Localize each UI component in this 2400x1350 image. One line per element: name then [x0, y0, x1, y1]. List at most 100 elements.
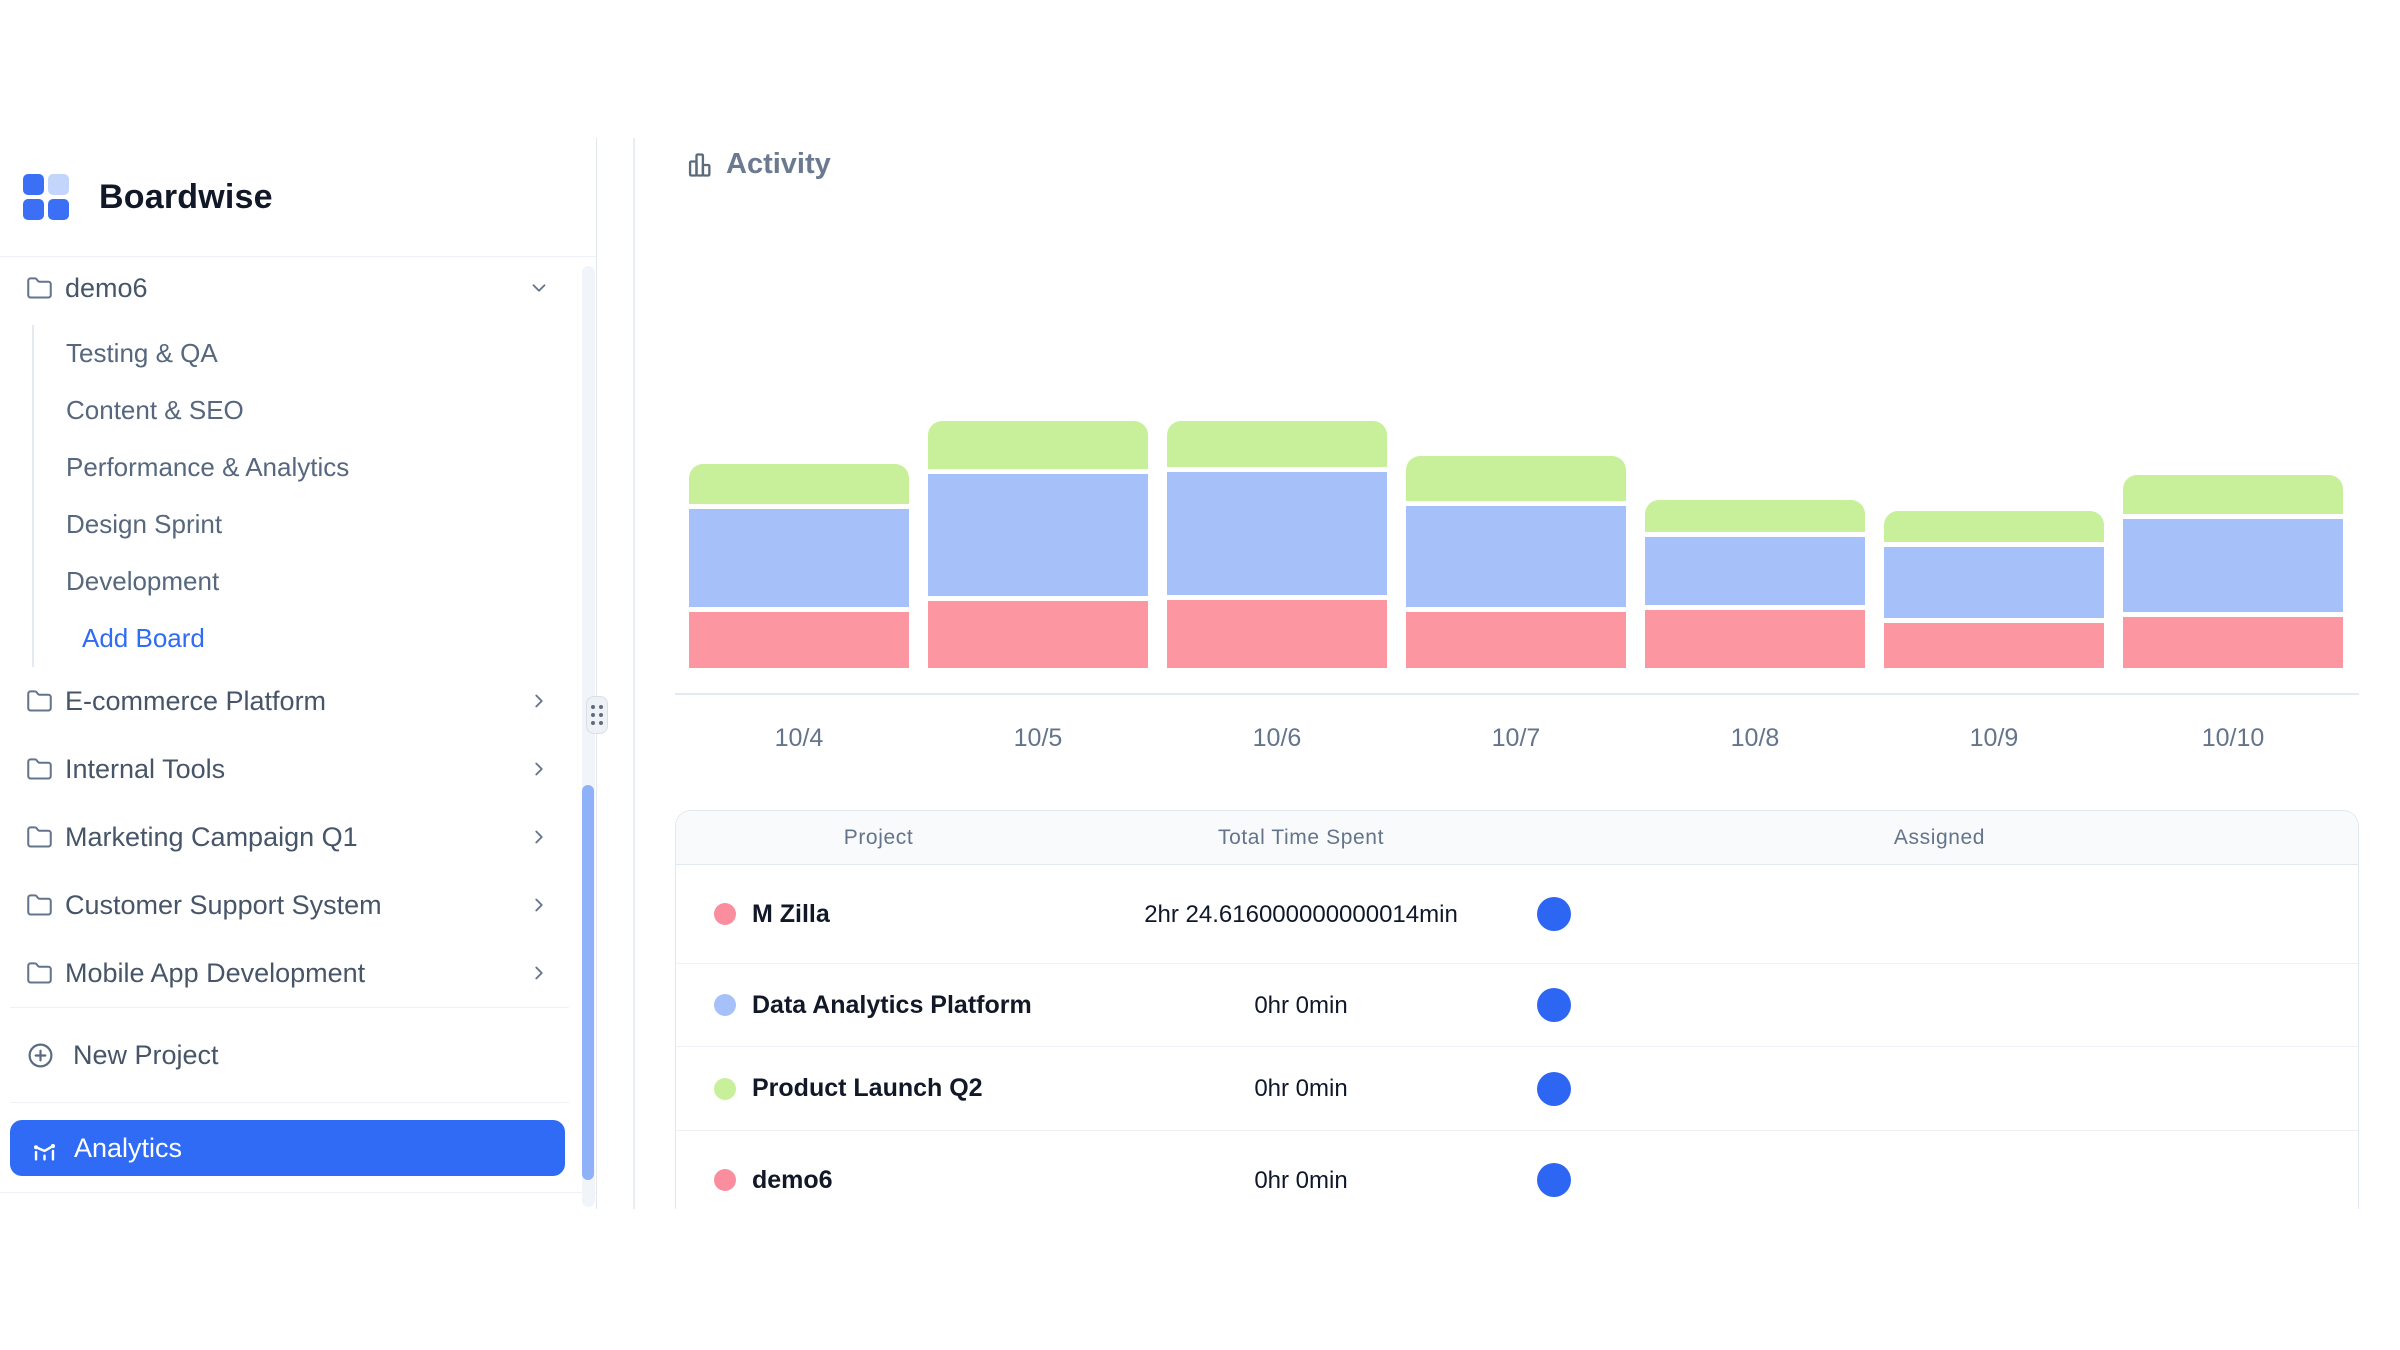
app-window: Boardwise demo6 Testing & QAContent & SE… — [0, 138, 2400, 1209]
project-color-dot — [714, 1169, 736, 1191]
assignee-avatar — [1537, 988, 1571, 1022]
section-title: Activity — [726, 148, 831, 181]
table-header: ProjectTotal Time SpentAssigned — [676, 811, 2358, 865]
folder-icon — [26, 960, 53, 987]
new-project-button[interactable]: New Project — [0, 1008, 596, 1102]
screenshot-canvas: Boardwise demo6 Testing & QAContent & SE… — [0, 0, 2400, 1350]
bar-segment-green — [1884, 511, 2104, 542]
analytics-label: Analytics — [74, 1133, 182, 1164]
assigned-cell — [1521, 1072, 2358, 1106]
sidebar-resize-handle[interactable] — [586, 696, 608, 734]
bar-segment-blue — [2123, 519, 2343, 612]
assignee-avatar — [1537, 1072, 1571, 1106]
bar-segment-green — [928, 421, 1148, 469]
table-row: demo60hr 0min — [676, 1131, 2358, 1209]
bar-segment-blue — [928, 474, 1148, 596]
x-axis-labels: 10/410/510/610/710/810/910/10 — [689, 724, 2343, 753]
sidebar-item-label: Mobile App Development — [65, 958, 528, 989]
assigned-cell — [1521, 1163, 2358, 1197]
folder-icon — [26, 275, 53, 302]
table-row: Data Analytics Platform 0hr 0min — [676, 964, 2358, 1047]
bar-segment-red — [1167, 600, 1387, 668]
project-cell: demo6 — [676, 1166, 1081, 1195]
sidebar: Boardwise demo6 Testing & QAContent & SE… — [0, 138, 597, 1209]
sidebar-item-label: demo6 — [65, 273, 528, 304]
project-name: Data Analytics Platform — [752, 991, 1032, 1020]
bar-segment-green — [689, 464, 909, 504]
sidebar-item-label: Internal Tools — [65, 754, 528, 785]
time-value: 2hr 24.616000000000014min — [1141, 899, 1461, 930]
time-cell: 0hr 0min — [1081, 990, 1521, 1021]
chart-bar-10-9 — [1884, 511, 2104, 668]
chevron-right-icon[interactable] — [528, 758, 550, 780]
time-spent-table: ProjectTotal Time SpentAssigned M Zilla 2… — [675, 810, 2359, 1209]
time-value: 0hr 0min — [1141, 990, 1461, 1021]
time-cell: 2hr 24.616000000000014min — [1081, 899, 1521, 930]
chevron-right-icon[interactable] — [528, 826, 550, 848]
chevron-right-icon[interactable] — [528, 894, 550, 916]
x-axis-tick-label: 10/6 — [1167, 724, 1387, 753]
sidebar-board-item[interactable]: Development — [34, 553, 596, 610]
chart-bar-10-10 — [2123, 475, 2343, 668]
assignee-avatar — [1537, 897, 1571, 931]
sidebar-item-label: Marketing Campaign Q1 — [65, 822, 528, 853]
table-body: M Zilla 2hr 24.616000000000014min Data Ana… — [676, 865, 2358, 1209]
bar-segment-green — [1167, 421, 1387, 467]
project-list: E-commerce Platform Internal Tools Marketi… — [0, 667, 596, 1007]
time-cell: 0hr 0min — [1081, 1073, 1521, 1104]
sidebar-board-item[interactable]: Design Sprint — [34, 496, 596, 553]
sidebar-board-item[interactable]: Performance & Analytics — [34, 439, 596, 496]
chart-bar-10-4 — [689, 464, 909, 668]
column-header-assigned: Assigned — [1521, 826, 2358, 850]
bar-segment-blue — [689, 509, 909, 607]
sidebar-scrollbar-thumb[interactable] — [582, 785, 594, 1180]
folder-icon — [26, 892, 53, 919]
bar-segment-blue — [1167, 472, 1387, 595]
chart-bar-10-6 — [1167, 421, 1387, 668]
sidebar-item-project[interactable]: Customer Support System — [0, 871, 596, 939]
add-board-button[interactable]: Add Board — [34, 610, 596, 667]
chevron-right-icon[interactable] — [528, 962, 550, 984]
chevron-down-icon[interactable] — [528, 277, 550, 299]
app-title: Boardwise — [99, 178, 273, 217]
time-cell: 0hr 0min — [1081, 1165, 1521, 1196]
activity-stacked-bar-chart — [689, 418, 2343, 668]
project-cell: Product Launch Q2 — [676, 1074, 1081, 1103]
boardwise-logo-icon — [23, 174, 69, 220]
analytics-button[interactable]: Analytics — [10, 1120, 565, 1176]
x-axis-tick-label: 10/9 — [1884, 724, 2104, 753]
project-color-dot — [714, 1078, 736, 1100]
project-cell: Data Analytics Platform — [676, 991, 1081, 1020]
folder-icon — [26, 756, 53, 783]
chevron-right-icon[interactable] — [528, 690, 550, 712]
project-color-dot — [714, 994, 736, 1016]
assigned-cell — [1521, 988, 2358, 1022]
folder-icon — [26, 824, 53, 851]
x-axis-tick-label: 10/8 — [1645, 724, 1865, 753]
bar-segment-blue — [1406, 506, 1626, 607]
x-axis-tick-label: 10/4 — [689, 724, 909, 753]
bar-segment-red — [2123, 617, 2343, 668]
sidebar-item-label: Customer Support System — [65, 890, 528, 921]
bar-segment-green — [2123, 475, 2343, 514]
sidebar-item-project[interactable]: Internal Tools — [0, 735, 596, 803]
project-name: M Zilla — [752, 900, 830, 929]
activity-header: Activity — [686, 148, 831, 181]
sidebar-board-item[interactable]: Testing & QA — [34, 325, 596, 382]
x-axis-tick-label: 10/10 — [2123, 724, 2343, 753]
divider — [0, 1192, 596, 1193]
bar-segment-green — [1645, 500, 1865, 532]
new-project-label: New Project — [73, 1040, 219, 1071]
sidebar-board-item[interactable]: Content & SEO — [34, 382, 596, 439]
bar-segment-red — [1884, 623, 2104, 668]
sidebar-item-project[interactable]: Marketing Campaign Q1 — [0, 803, 596, 871]
sidebar-item-demo6[interactable]: demo6 — [0, 259, 596, 317]
assignee-avatar — [1537, 1163, 1571, 1197]
sidebar-item-project[interactable]: Mobile App Development — [0, 939, 596, 1007]
x-axis-tick-label: 10/5 — [928, 724, 1148, 753]
table-row: M Zilla 2hr 24.616000000000014min — [676, 865, 2358, 964]
sidebar-item-project[interactable]: E-commerce Platform — [0, 667, 596, 735]
bar-segment-red — [928, 601, 1148, 668]
folder-icon — [26, 688, 53, 715]
bar-segment-red — [1406, 612, 1626, 668]
